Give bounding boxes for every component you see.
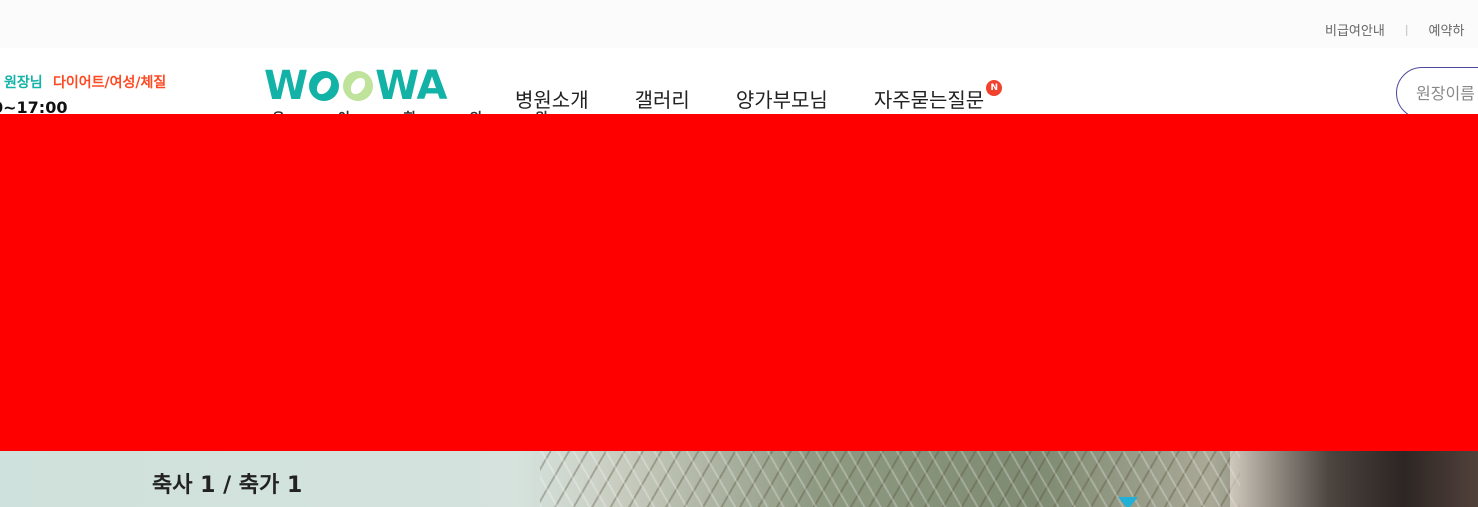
- non-covered-info-link[interactable]: 비급여안내: [1325, 20, 1385, 39]
- link-separator: |: [1404, 23, 1409, 36]
- doctor-name: 원장님: [4, 75, 43, 91]
- reservation-link[interactable]: 예약하: [1429, 20, 1465, 39]
- hero-banner: 축사 1 / 축가 1: [0, 451, 1478, 507]
- hero-caption: 축사 1 / 축가 1: [152, 473, 303, 498]
- nav-item-faq[interactable]: 자주묻는질문 N: [873, 80, 1003, 113]
- utility-links: 비급여안내 | 예약하: [1325, 20, 1464, 39]
- page: 비급여안내 | 예약하 원장님 다이어트/여성/체질 0~17:00 W WA …: [0, 0, 1478, 507]
- nav-item-parents[interactable]: 양가부모님: [736, 84, 828, 113]
- water-drop-icon: [309, 71, 340, 101]
- nav-item-about[interactable]: 병원소개: [515, 84, 589, 113]
- nav-item-faq-label: 자주묻는질문: [873, 88, 985, 112]
- nav-item-gallery[interactable]: 갤러리: [635, 84, 690, 113]
- main-nav: 병원소개 갤러리 양가부모님 자주묻는질문 N: [515, 80, 1030, 113]
- hero-background-person: [1230, 451, 1478, 507]
- logo-letter-w: W: [264, 63, 308, 109]
- leaf-icon: [343, 71, 374, 101]
- search-box[interactable]: [1396, 67, 1478, 119]
- redacted-region: [0, 114, 1478, 451]
- search-input[interactable]: [1414, 82, 1478, 104]
- top-utility-bar: 비급여안내 | 예약하: [0, 0, 1478, 49]
- new-badge: N: [986, 80, 1003, 96]
- logo-wordmark: W WA: [264, 63, 447, 109]
- doctor-specialty: 다이어트/여성/체질: [53, 75, 167, 91]
- location-marker-icon: [1118, 497, 1138, 507]
- logo-letters-wa: WA: [375, 63, 447, 109]
